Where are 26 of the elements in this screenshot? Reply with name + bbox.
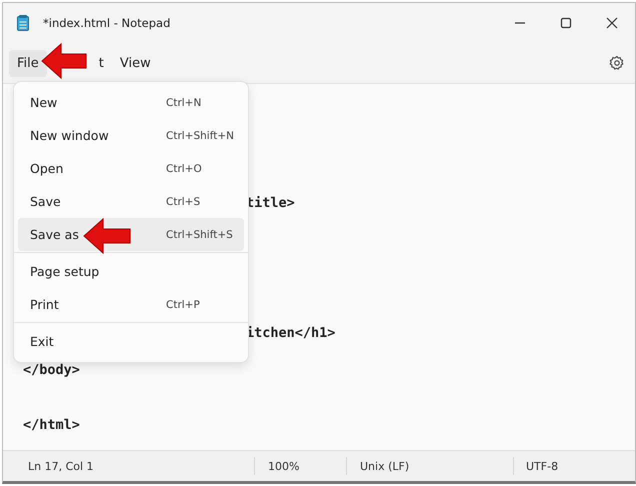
menu-option[interactable]: Print Ctrl+P (18, 288, 244, 321)
line-ending: Unix (LF) (359, 460, 410, 472)
code-line: itchen</h1> (246, 324, 336, 340)
menu-item[interactable]: File (9, 50, 47, 76)
code-line: title> (246, 195, 295, 211)
menu-option[interactable]: New Ctrl+N (18, 86, 244, 119)
zoom-level: 100% (267, 460, 300, 472)
pointer-arrow (41, 43, 87, 79)
window-title: *index.html - Notepad (43, 16, 170, 30)
menu-item[interactable]: t (98, 50, 112, 76)
maximize-icon (560, 17, 572, 29)
code-line: </html> (23, 417, 80, 433)
close-icon (606, 17, 618, 29)
menu-option[interactable]: New window Ctrl+Shift+N (18, 119, 244, 152)
menu-option[interactable]: Open Ctrl+O (18, 152, 244, 185)
menu-option[interactable]: Save Ctrl+S (18, 185, 244, 218)
cursor-position: Ln 17, Col 1 (27, 460, 95, 472)
menu-item[interactable]: View (112, 50, 159, 76)
menu-option[interactable]: Page setup (18, 255, 244, 288)
menu-option[interactable]: Save as Ctrl+Shift+S (18, 218, 244, 251)
menu-option[interactable]: Exit (18, 325, 244, 358)
code-line: </body> (23, 362, 80, 378)
pointer-arrow (83, 218, 131, 254)
notepad-icon (17, 15, 29, 31)
settings-icon[interactable] (609, 55, 625, 71)
encoding: UTF-8 (525, 460, 560, 472)
